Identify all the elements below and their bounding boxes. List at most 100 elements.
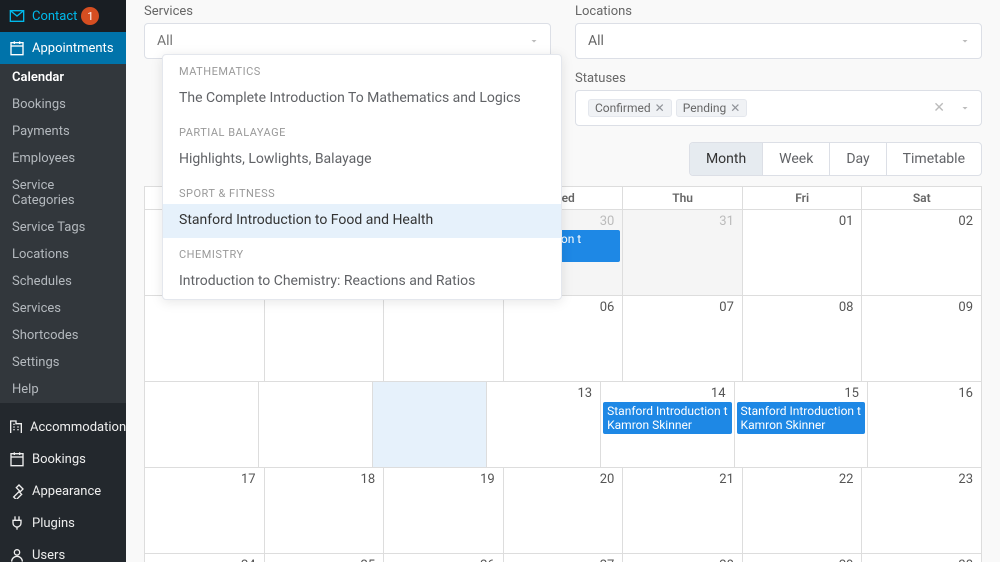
sidebar-sub-help[interactable]: Help <box>0 376 126 403</box>
calendar-cell[interactable]: 18 <box>265 468 385 554</box>
calendar-cell[interactable]: 20 <box>504 468 624 554</box>
calendar-cell[interactable]: 21 <box>623 468 743 554</box>
calendar-date: 30 <box>600 214 615 229</box>
calendar-date: 14 <box>711 386 726 401</box>
sidebar-sub-service-tags[interactable]: Service Tags <box>0 214 126 241</box>
close-icon[interactable]: ✕ <box>655 101 665 115</box>
calendar-cell[interactable] <box>259 382 373 468</box>
calendar-cell[interactable]: 24 <box>145 554 265 562</box>
calendar-dow-header: Sat <box>862 187 981 210</box>
calendar-cell[interactable] <box>145 382 259 468</box>
sidebar-item-accommodation[interactable]: Accommodation <box>0 411 126 443</box>
calendar-cell[interactable]: 26 <box>384 554 504 562</box>
calendar-date: 09 <box>958 300 973 315</box>
sidebar-item-label: Accommodation <box>30 420 126 435</box>
view-tab-week[interactable]: Week <box>763 143 830 175</box>
sidebar-item-appearance[interactable]: Appearance <box>0 475 126 507</box>
services-label: Services <box>144 4 551 19</box>
calendar-cell[interactable]: 08 <box>743 296 863 382</box>
calendar-cell[interactable]: 19 <box>384 468 504 554</box>
calendar-date: 26 <box>480 558 495 562</box>
calendar-date: 17 <box>241 472 256 487</box>
admin-sidebar: Contact1Appointments CalendarBookingsPay… <box>0 0 126 562</box>
sidebar-sub-locations[interactable]: Locations <box>0 241 126 268</box>
sidebar-item-plugins[interactable]: Plugins <box>0 507 126 539</box>
dropdown-item[interactable]: The Complete Introduction To Mathematics… <box>163 82 561 116</box>
locations-label: Locations <box>575 4 982 19</box>
status-tag-confirmed[interactable]: Confirmed ✕ <box>588 99 672 117</box>
dropdown-item[interactable]: Stanford Introduction to Food and Health <box>163 204 561 238</box>
calendar-cell[interactable]: 27 <box>504 554 624 562</box>
calendar-cell[interactable]: 15Stanford Introduction tKamron Skinner <box>735 382 868 468</box>
event-subtitle: Kamron Skinner <box>607 418 727 432</box>
building-icon <box>8 418 24 436</box>
sidebar-sub-employees[interactable]: Employees <box>0 145 126 172</box>
sidebar-item-users[interactable]: Users <box>0 539 126 562</box>
calendar-cell[interactable]: 02 <box>862 210 981 296</box>
view-tab-day[interactable]: Day <box>830 143 886 175</box>
sidebar-item-contact[interactable]: Contact1 <box>0 0 126 32</box>
calendar-cell[interactable] <box>145 296 265 382</box>
chevron-down-icon <box>528 35 540 47</box>
calendar-cell[interactable]: 14Stanford Introduction tKamron Skinner <box>601 382 734 468</box>
sidebar-sub-services[interactable]: Services <box>0 295 126 322</box>
clear-icon[interactable]: ✕ <box>933 100 945 116</box>
calendar-cell[interactable]: 31 <box>623 210 743 296</box>
locations-select[interactable]: All <box>575 23 982 59</box>
calendar-icon <box>8 39 26 57</box>
calendar-cell[interactable]: 23 <box>862 468 981 554</box>
close-icon[interactable]: ✕ <box>730 101 740 115</box>
calendar-date: 28 <box>719 558 734 562</box>
dropdown-group-label: CHEMISTRY <box>163 238 561 265</box>
mail-icon <box>8 7 26 25</box>
calendar-cell[interactable]: 09 <box>862 296 981 382</box>
dropdown-item[interactable]: Introduction to Chemistry: Reactions and… <box>163 265 561 299</box>
calendar-date: 16 <box>958 386 973 401</box>
dropdown-item[interactable]: Highlights, Lowlights, Balayage <box>163 143 561 177</box>
sidebar-item-label: Contact <box>32 9 77 24</box>
calendar-cell[interactable]: 06 <box>504 296 624 382</box>
view-tab-timetable[interactable]: Timetable <box>887 143 981 175</box>
sidebar-sub-payments[interactable]: Payments <box>0 118 126 145</box>
calendar-event[interactable]: Stanford Introduction tKamron Skinner <box>603 402 731 434</box>
calendar-cell[interactable]: 25 <box>265 554 385 562</box>
sidebar-sub-settings[interactable]: Settings <box>0 349 126 376</box>
calendar-date: 15 <box>844 386 859 401</box>
status-tag-pending[interactable]: Pending✕ <box>676 99 748 117</box>
calendar-cell[interactable]: 13 <box>487 382 601 468</box>
calendar-cell[interactable]: 30 <box>862 554 981 562</box>
calendar-cell[interactable]: 17 <box>145 468 265 554</box>
calendar-date: 22 <box>839 472 854 487</box>
calendar-date: 25 <box>361 558 376 562</box>
calendar-cell[interactable]: 16 <box>868 382 981 468</box>
calendar-date: 24 <box>241 558 256 562</box>
calendar-cell[interactable]: 29 <box>743 554 863 562</box>
sidebar-sub-schedules[interactable]: Schedules <box>0 268 126 295</box>
view-tabs: MonthWeekDayTimetable <box>689 142 982 176</box>
locations-value: All <box>588 33 604 49</box>
sidebar-sub-bookings[interactable]: Bookings <box>0 91 126 118</box>
calendar-icon <box>8 450 26 468</box>
calendar-date: 20 <box>600 472 615 487</box>
calendar-cell[interactable] <box>384 296 504 382</box>
sidebar-sub-service-categories[interactable]: Service Categories <box>0 172 126 214</box>
calendar-cell[interactable]: 22 <box>743 468 863 554</box>
calendar-event[interactable]: Stanford Introduction tKamron Skinner <box>737 402 865 434</box>
tag-label: Confirmed <box>595 101 651 115</box>
view-tab-month[interactable]: Month <box>690 143 763 175</box>
calendar-cell[interactable]: 07 <box>623 296 743 382</box>
services-input[interactable] <box>157 33 518 49</box>
calendar-cell[interactable] <box>373 382 487 468</box>
sidebar-item-appointments[interactable]: Appointments <box>0 32 126 64</box>
sidebar-sub-shortcodes[interactable]: Shortcodes <box>0 322 126 349</box>
calendar-date: 07 <box>719 300 734 315</box>
sidebar-sub-calendar[interactable]: Calendar <box>0 64 126 91</box>
services-dropdown[interactable]: MATHEMATICSThe Complete Introduction To … <box>162 54 562 300</box>
calendar-cell[interactable] <box>265 296 385 382</box>
sidebar-item-bookings[interactable]: Bookings <box>0 443 126 475</box>
calendar-date: 31 <box>719 214 734 229</box>
calendar-cell[interactable]: 01 <box>743 210 863 296</box>
calendar-date: 01 <box>839 214 854 229</box>
statuses-select[interactable]: Confirmed✕Pending✕ ✕ <box>575 90 982 126</box>
calendar-cell[interactable]: 28 <box>623 554 743 562</box>
